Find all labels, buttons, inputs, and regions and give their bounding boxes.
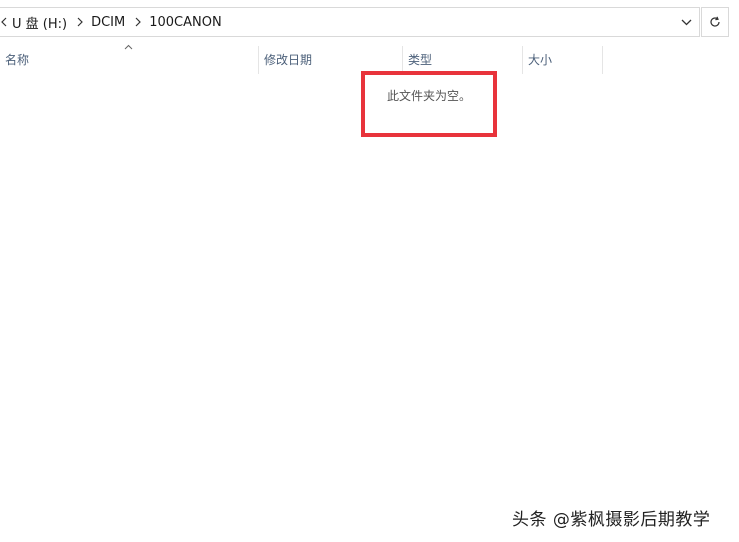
breadcrumb-100canon[interactable]: 100CANON xyxy=(145,15,227,30)
refresh-button[interactable] xyxy=(701,7,729,37)
address-bar[interactable]: U 盘 (H:) DCIM 100CANON xyxy=(0,7,700,37)
column-header-name[interactable]: 名称 xyxy=(0,44,258,74)
breadcrumb-overflow-icon[interactable] xyxy=(0,8,8,36)
breadcrumb-drive[interactable]: U 盘 (H:) xyxy=(8,13,73,32)
column-header-name-label: 名称 xyxy=(5,52,30,67)
column-header-type-label: 类型 xyxy=(408,52,433,67)
column-header-row: 名称 修改日期 类型 大小 xyxy=(0,44,739,74)
column-header-type[interactable]: 类型 xyxy=(403,44,522,74)
annotation-highlight-box xyxy=(361,71,497,137)
file-explorer-window: U 盘 (H:) DCIM 100CANON 名称 修改日期 类型 大小 此文件… xyxy=(0,0,739,542)
column-header-modified[interactable]: 修改日期 xyxy=(259,44,402,74)
breadcrumb-separator-icon[interactable] xyxy=(131,17,145,27)
column-header-size-label: 大小 xyxy=(528,52,553,67)
breadcrumb-separator-icon[interactable] xyxy=(73,17,87,27)
column-header-modified-label: 修改日期 xyxy=(264,52,313,67)
watermark-text: 头条 @紫枫摄影后期教学 xyxy=(512,510,711,530)
column-header-size[interactable]: 大小 xyxy=(523,44,602,74)
breadcrumb-dcim[interactable]: DCIM xyxy=(87,15,131,30)
refresh-icon xyxy=(709,13,721,32)
chevron-down-icon[interactable] xyxy=(673,8,699,36)
column-divider[interactable] xyxy=(602,46,603,74)
